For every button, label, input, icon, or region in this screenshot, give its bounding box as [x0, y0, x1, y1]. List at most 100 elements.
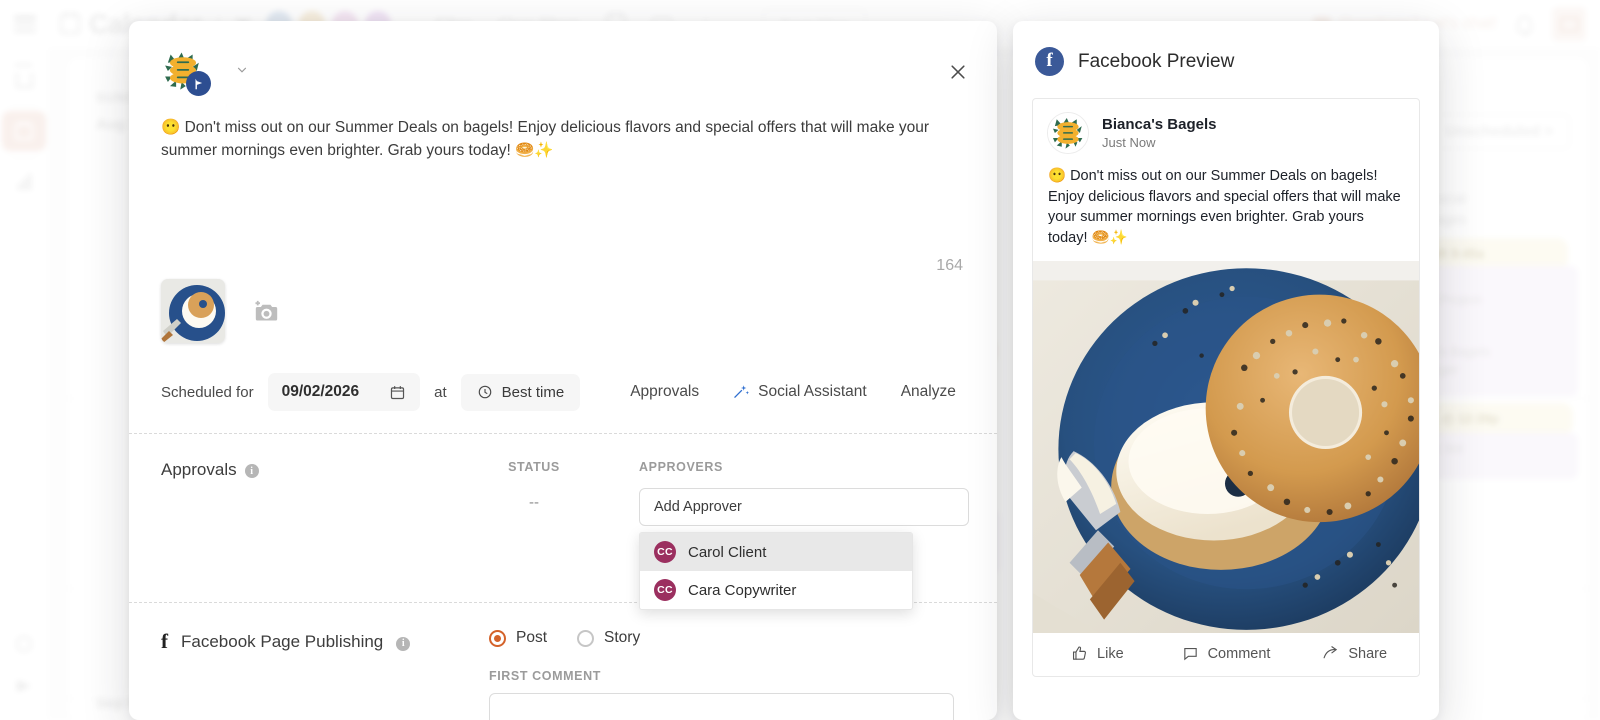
approvals-section: Approvals i STATUS -- APPROVERS CC Carol… [129, 434, 997, 526]
composer-textarea[interactable]: 😶 Don't miss out on our Summer Deals on … [161, 117, 965, 229]
tab-approvals-label: Approvals [630, 383, 699, 401]
approvers-column-label: APPROVERS [639, 460, 973, 474]
brand-avatar[interactable] [161, 49, 205, 93]
radio-indicator [489, 630, 506, 647]
bagel-brand-logo-icon [1048, 113, 1088, 153]
media-attachments-row [161, 279, 965, 343]
scheduled-for-label: Scheduled for [161, 384, 254, 401]
preview-actions-row: Like Comment Share [1033, 633, 1419, 676]
calendar-icon [60, 14, 80, 34]
time-picker[interactable]: Best time [461, 374, 581, 411]
approver-option-cara-copywriter[interactable]: CC Cara Copywriter [640, 571, 912, 609]
unscheduled-button[interactable]: Unscheduled > [1429, 114, 1570, 149]
bagel-photo-thumbnail[interactable] [161, 279, 225, 343]
settings-icon [16, 636, 32, 652]
comment-label: Comment [1208, 646, 1271, 662]
megaphone-icon [17, 680, 31, 692]
facebook-flag-badge-icon [186, 71, 211, 96]
divider [10, 106, 38, 107]
tab-approvals[interactable]: Approvals [630, 383, 699, 401]
thumbs-up-icon [1071, 645, 1088, 662]
facebook-preview-panel: f Facebook Preview [1013, 21, 1439, 720]
schedule-row: Scheduled for 09/02/2026 at Best time Ap… [161, 373, 997, 411]
radio-story[interactable]: Story [577, 629, 640, 647]
tab-analyze[interactable]: Analyze [901, 383, 956, 401]
like-button[interactable]: Like [1033, 645, 1162, 662]
sidebar-item-settings[interactable] [2, 624, 46, 664]
calendar-icon [389, 384, 406, 401]
magic-wand-icon [733, 384, 749, 400]
approvers-column: APPROVERS CC Carol Client CC Cara Copywr… [639, 460, 997, 526]
tab-social-assistant[interactable]: Social Assistant [733, 383, 867, 401]
composer-text: 😶 Don't miss out on our Summer Deals on … [161, 117, 951, 163]
facebook-publishing-heading-group: f Facebook Page Publishing i [129, 629, 489, 654]
approver-option-carol-client[interactable]: CC Carol Client [640, 533, 912, 571]
sidebar-item-home[interactable] [2, 60, 46, 100]
facebook-publishing-heading: Facebook Page Publishing [181, 632, 383, 652]
radio-post-label: Post [516, 629, 547, 647]
avatar [1047, 112, 1089, 154]
post-composer-modal: 😶 Don't miss out on our Summer Deals on … [129, 21, 997, 720]
status-column-label: STATUS [429, 460, 639, 474]
preview-post-body: 😶 Don't miss out on our Summer Deals on … [1033, 154, 1419, 261]
first-comment-textarea[interactable] [489, 693, 954, 720]
bagel-cream-cheese-photo [1033, 261, 1419, 633]
radio-indicator [577, 630, 594, 647]
facebook-publishing-section: f Facebook Page Publishing i Post Story … [129, 603, 997, 720]
at-label: at [434, 384, 447, 401]
home-icon [16, 73, 33, 88]
sidebar-item-calendar[interactable] [2, 111, 46, 151]
status-value: -- [429, 494, 639, 511]
calendar-icon [15, 123, 33, 140]
app-screen: Calendar / Filter Clear filters ⋮ Save V… [0, 0, 1600, 720]
time-value: Best time [502, 384, 565, 401]
approvals-heading-group: Approvals i [129, 460, 429, 526]
divider [10, 157, 38, 158]
approvals-status-column: STATUS -- [429, 460, 639, 526]
clock-icon [477, 384, 493, 400]
facebook-f-icon: f [161, 629, 168, 654]
share-label: Share [1348, 646, 1387, 662]
sidebar-item-analytics[interactable] [2, 162, 46, 202]
preview-title: Facebook Preview [1078, 51, 1234, 73]
composer-profile-row [129, 21, 997, 93]
publishing-options: Post Story FIRST COMMENT [489, 629, 997, 720]
add-photo-icon[interactable] [253, 298, 280, 325]
composer-tabs: Approvals Social Assistant Analyze [630, 383, 956, 401]
facebook-icon: f [1035, 47, 1064, 76]
approver-option-label: Carol Client [688, 544, 766, 561]
like-label: Like [1097, 646, 1124, 662]
preview-page-name: Bianca's Bagels [1102, 116, 1216, 133]
radio-post[interactable]: Post [489, 629, 547, 647]
first-comment-label: FIRST COMMENT [489, 669, 997, 683]
background-sidebar [0, 48, 48, 720]
info-icon[interactable]: i [245, 464, 259, 478]
hamburger-menu-icon[interactable] [14, 16, 36, 32]
analytics-icon [18, 174, 31, 190]
comment-bubble-icon [1182, 645, 1199, 662]
sidebar-item-whatsnew[interactable] [2, 666, 46, 706]
date-picker[interactable]: 09/02/2026 [268, 373, 421, 411]
approvals-heading: Approvals [161, 460, 237, 480]
info-icon[interactable]: i [396, 637, 410, 651]
comment-button[interactable]: Comment [1162, 645, 1291, 662]
preview-post-card: Bianca's Bagels Just Now 😶 Don't miss ou… [1032, 98, 1420, 677]
post-type-radio-group: Post Story [489, 629, 997, 647]
close-icon[interactable] [945, 59, 971, 85]
share-arrow-icon [1322, 645, 1339, 662]
preview-author-row: Bianca's Bagels Just Now [1033, 99, 1419, 154]
bell-icon[interactable] [1517, 16, 1532, 33]
tab-social-assistant-label: Social Assistant [758, 383, 867, 401]
add-approver-field[interactable] [639, 488, 969, 526]
add-approver-input[interactable] [654, 499, 954, 515]
share-button[interactable]: Share [1290, 645, 1419, 662]
preview-header: f Facebook Preview [1013, 21, 1439, 76]
preview-timestamp: Just Now [1102, 135, 1216, 150]
avatar: CC [654, 541, 676, 563]
tab-analyze-label: Analyze [901, 383, 956, 401]
date-value: 09/02/2026 [282, 383, 360, 401]
chevron-down-icon[interactable] [235, 63, 249, 80]
book-icon[interactable] [1552, 7, 1586, 41]
radio-story-label: Story [604, 629, 640, 647]
approver-option-label: Cara Copywriter [688, 582, 796, 599]
